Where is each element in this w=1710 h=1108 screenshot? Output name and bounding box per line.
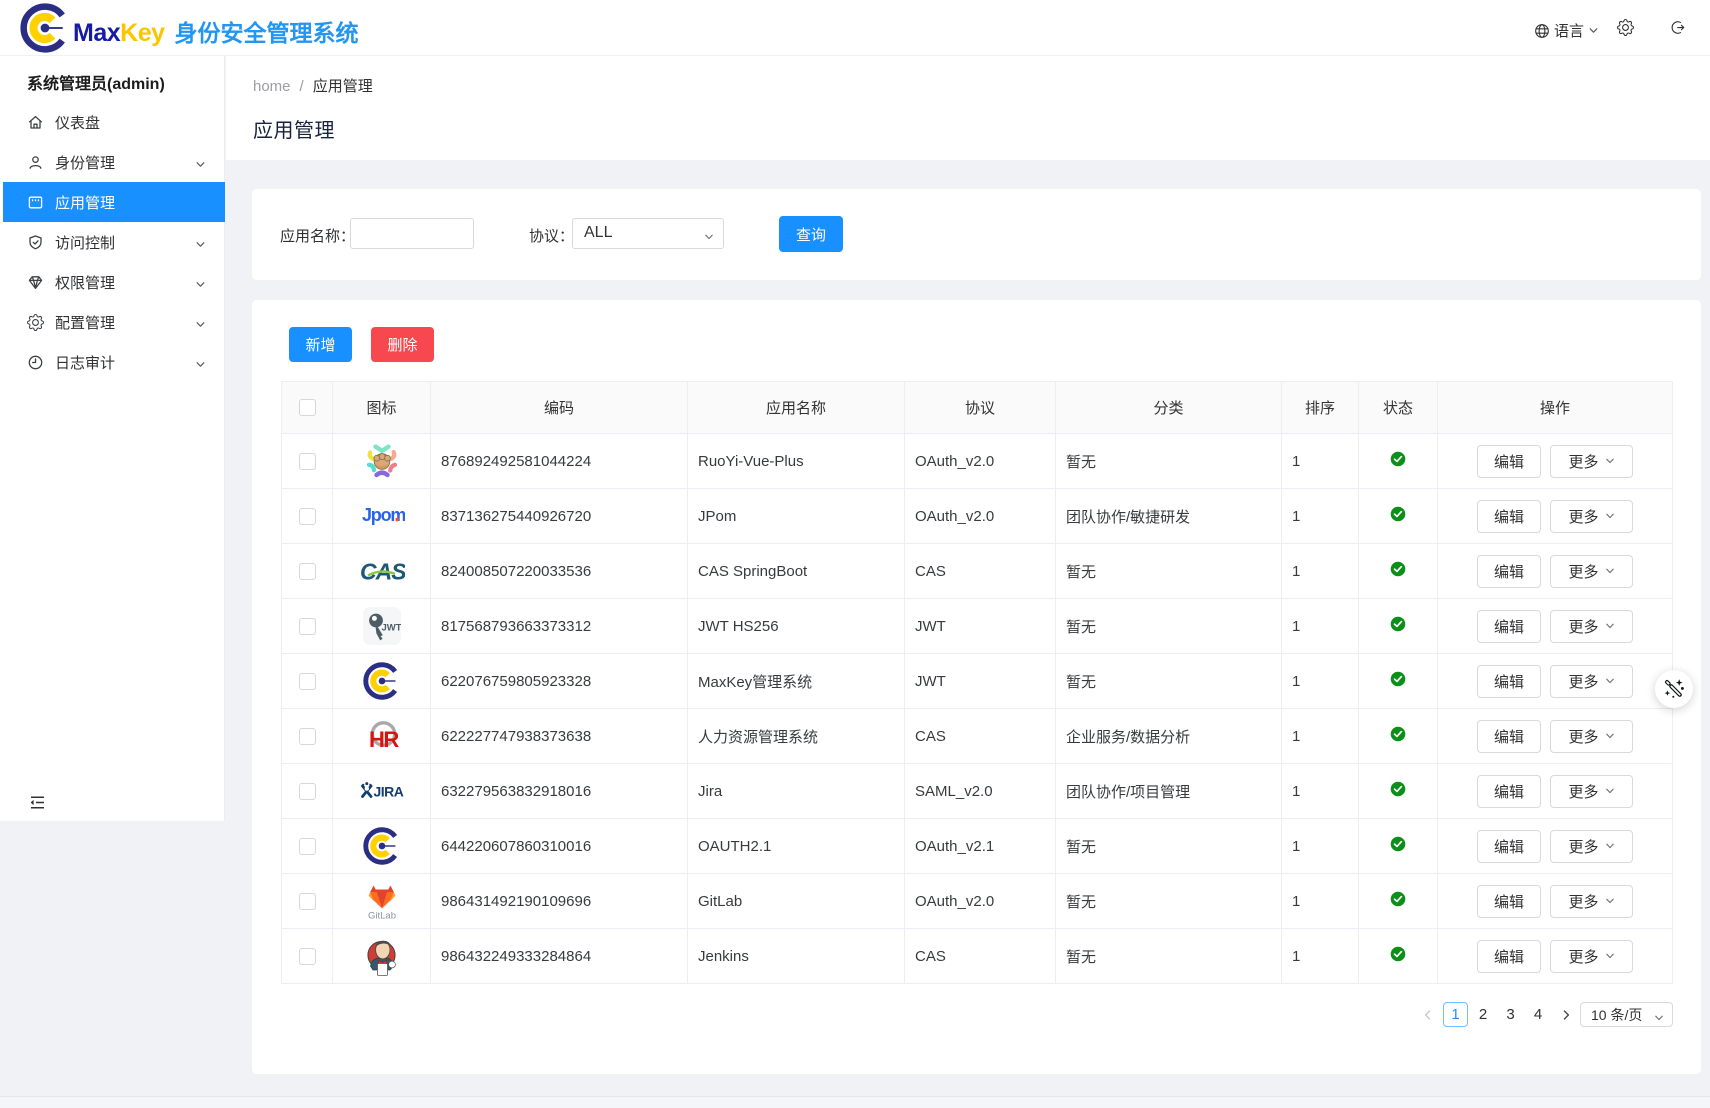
svg-text:JIRA: JIRA [373,784,403,800]
svg-text:GitLab: GitLab [368,911,396,922]
svg-text:JWT: JWT [381,623,401,634]
svg-text:HR: HR [369,727,399,752]
svg-text:Jpom: Jpom [362,505,405,525]
